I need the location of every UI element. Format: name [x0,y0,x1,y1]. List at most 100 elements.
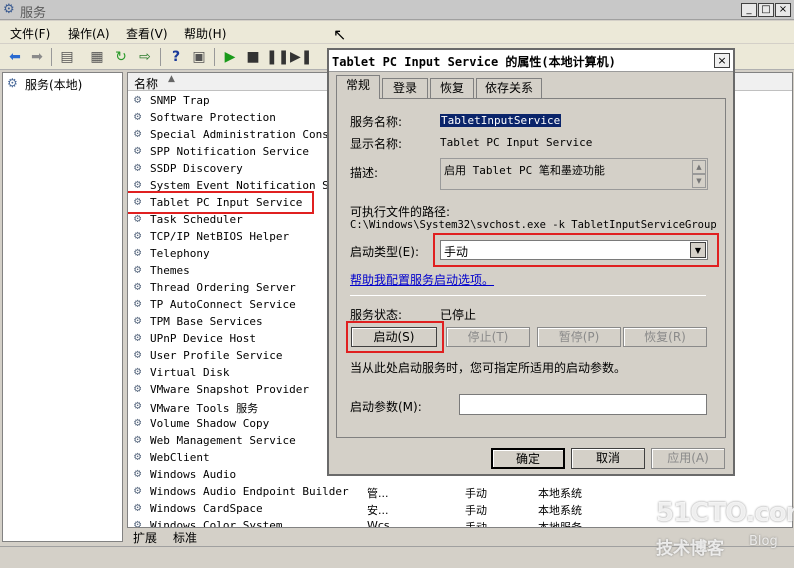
menu-file[interactable]: 文件(F) [10,25,50,42]
column-header-name[interactable]: 名称 [134,75,158,92]
service-name-cell: Volume Shadow Copy [150,417,270,430]
service-name-label: 服务名称: [350,115,403,129]
service-name-cell: Software Protection [150,111,276,124]
properties-icon[interactable]: ▦ [87,47,107,67]
service-name-cell: Windows Audio Endpoint Builder [150,485,349,498]
menu-view[interactable]: 查看(V) [126,25,168,42]
cancel-button[interactable]: 取消 [571,448,645,469]
play-icon[interactable]: ▶ [220,47,240,67]
resume-icon[interactable]: ▶❚ [290,47,313,67]
gear-icon: ⚙ [134,449,142,463]
gear-icon: ⚙ [134,517,142,528]
service-logon-cell: 本地服务 [538,521,582,528]
chevron-down-icon[interactable]: ▼ [690,242,706,258]
tab-dependencies[interactable]: 依存关系 [476,78,542,98]
service-description-cell: 管... [367,487,389,500]
gear-icon: ⚙ [134,296,142,310]
console-tree: ⚙ 服务(本地) [2,72,123,542]
view-icon[interactable]: ▣ [189,47,209,67]
toolbar-separator [214,48,215,66]
forward-icon[interactable]: ➡ [27,47,47,67]
tab-recovery[interactable]: 恢复 [430,78,474,98]
service-name-cell: Web Management Service [150,434,296,447]
refresh-icon[interactable]: ↻ [111,47,131,67]
description-box[interactable]: 启用 Tablet PC 笔和墨迹功能 ▲ ▼ [440,158,708,190]
service-name-cell: Task Scheduler [150,213,243,226]
gear-icon: ⚙ [134,143,142,157]
back-icon[interactable]: ⬅ [5,47,25,67]
service-name-cell: Special Administration Console [150,128,349,141]
watermark-blog: Blog [749,534,778,549]
services-app-icon: ⚙ [3,2,15,17]
service-name-cell: TCP/IP NetBIOS Helper [150,230,290,243]
scroll-down-icon[interactable]: ▼ [692,174,706,188]
help-icon[interactable]: ? [166,47,186,67]
startup-help-link[interactable]: 帮助我配置服务启动选项。 [350,271,494,288]
tab-standard[interactable]: 标准 [173,529,197,546]
divider [350,295,706,296]
toolbar-separator [51,48,52,66]
tab-logon[interactable]: 登录 [382,78,428,98]
minimize-button[interactable]: _ [741,3,757,17]
dialog-title: Tablet PC Input Service 的属性(本地计算机) [332,55,616,69]
menu-action[interactable]: 操作(A) [68,25,110,42]
start-button[interactable]: 启动(S) [351,327,437,347]
service-name-value[interactable]: TabletInputService [440,114,562,127]
service-name-cell: User Profile Service [150,349,283,362]
pause-button[interactable]: 暂停(P) [537,327,621,347]
watermark-logo: 51CTO.com [656,498,794,528]
watermark-subtitle: 技术博客 [656,539,724,559]
service-status-value: 已停止 [440,308,477,322]
gear-icon: ⚙ [134,228,142,242]
service-name-cell: SNMP Trap [150,94,210,107]
gear-icon: ⚙ [134,279,142,293]
gear-icon: ⚙ [134,398,142,412]
window-titlebar: ⚙ 服务 _ □ × [0,0,794,21]
start-params-input[interactable] [459,394,707,415]
service-name-cell: WebClient [150,451,210,464]
dialog-close-button[interactable]: × [714,53,730,68]
view-tabs: 扩展 标准 [127,528,327,546]
gear-icon: ⚙ [134,160,142,174]
gear-icon: ⚙ [134,347,142,361]
close-button[interactable]: × [775,3,791,17]
tree-node-services-local[interactable]: 服务(本地) [25,76,82,93]
service-name-cell: SPP Notification Service [150,145,309,158]
ok-button[interactable]: 确定 [491,448,565,469]
menu-help[interactable]: 帮助(H) [184,25,226,42]
service-name-cell: Themes [150,264,190,277]
service-name-cell: VMware Snapshot Provider [150,383,309,396]
gear-icon: ⚙ [134,500,142,514]
display-name-label: 显示名称: [350,137,403,151]
exe-path-value: C:\Windows\System32\svchost.exe -k Table… [350,219,717,231]
gear-icon: ⚙ [134,126,142,140]
gear-icon: ⚙ [134,483,142,497]
stop-button[interactable]: 停止(T) [446,327,530,347]
gear-icon: ⚙ [134,109,142,123]
gear-icon: ⚙ [134,381,142,395]
console-tree-icon[interactable]: ▤ [57,47,77,67]
service-startup-cell: 手动 [465,521,487,528]
export-icon[interactable]: ⇨ [135,47,155,67]
tab-extended[interactable]: 扩展 [133,529,157,546]
maximize-button[interactable]: □ [758,3,774,17]
service-name-cell: SSDP Discovery [150,162,243,175]
description-label: 描述: [350,166,379,180]
resume-button[interactable]: 恢复(R) [623,327,707,347]
service-description-cell: Wcs... [367,519,401,528]
tab-general[interactable]: 常规 [336,75,380,99]
startup-type-select[interactable]: 手动 ▼ [440,240,708,260]
apply-button[interactable]: 应用(A) [651,448,725,469]
pause-icon[interactable]: ❚❚ [266,47,289,67]
stop-icon[interactable]: ■ [243,47,263,67]
service-startup-cell: 手动 [465,504,487,517]
scroll-up-icon[interactable]: ▲ [692,160,706,174]
service-name-cell: VMware Tools 服务 [150,402,259,415]
menu-bar: 文件(F) 操作(A) 查看(V) 帮助(H) [0,21,794,43]
service-name-cell: TPM Base Services [150,315,263,328]
start-params-label: 启动参数(M): [350,400,422,414]
display-name-value[interactable]: Tablet PC Input Service [440,136,592,149]
service-name-cell: Thread Ordering Server [150,281,296,294]
service-startup-cell: 手动 [465,487,487,500]
start-params-hint: 当从此处启动服务时，您可指定所适用的启动参数。 [350,361,627,375]
